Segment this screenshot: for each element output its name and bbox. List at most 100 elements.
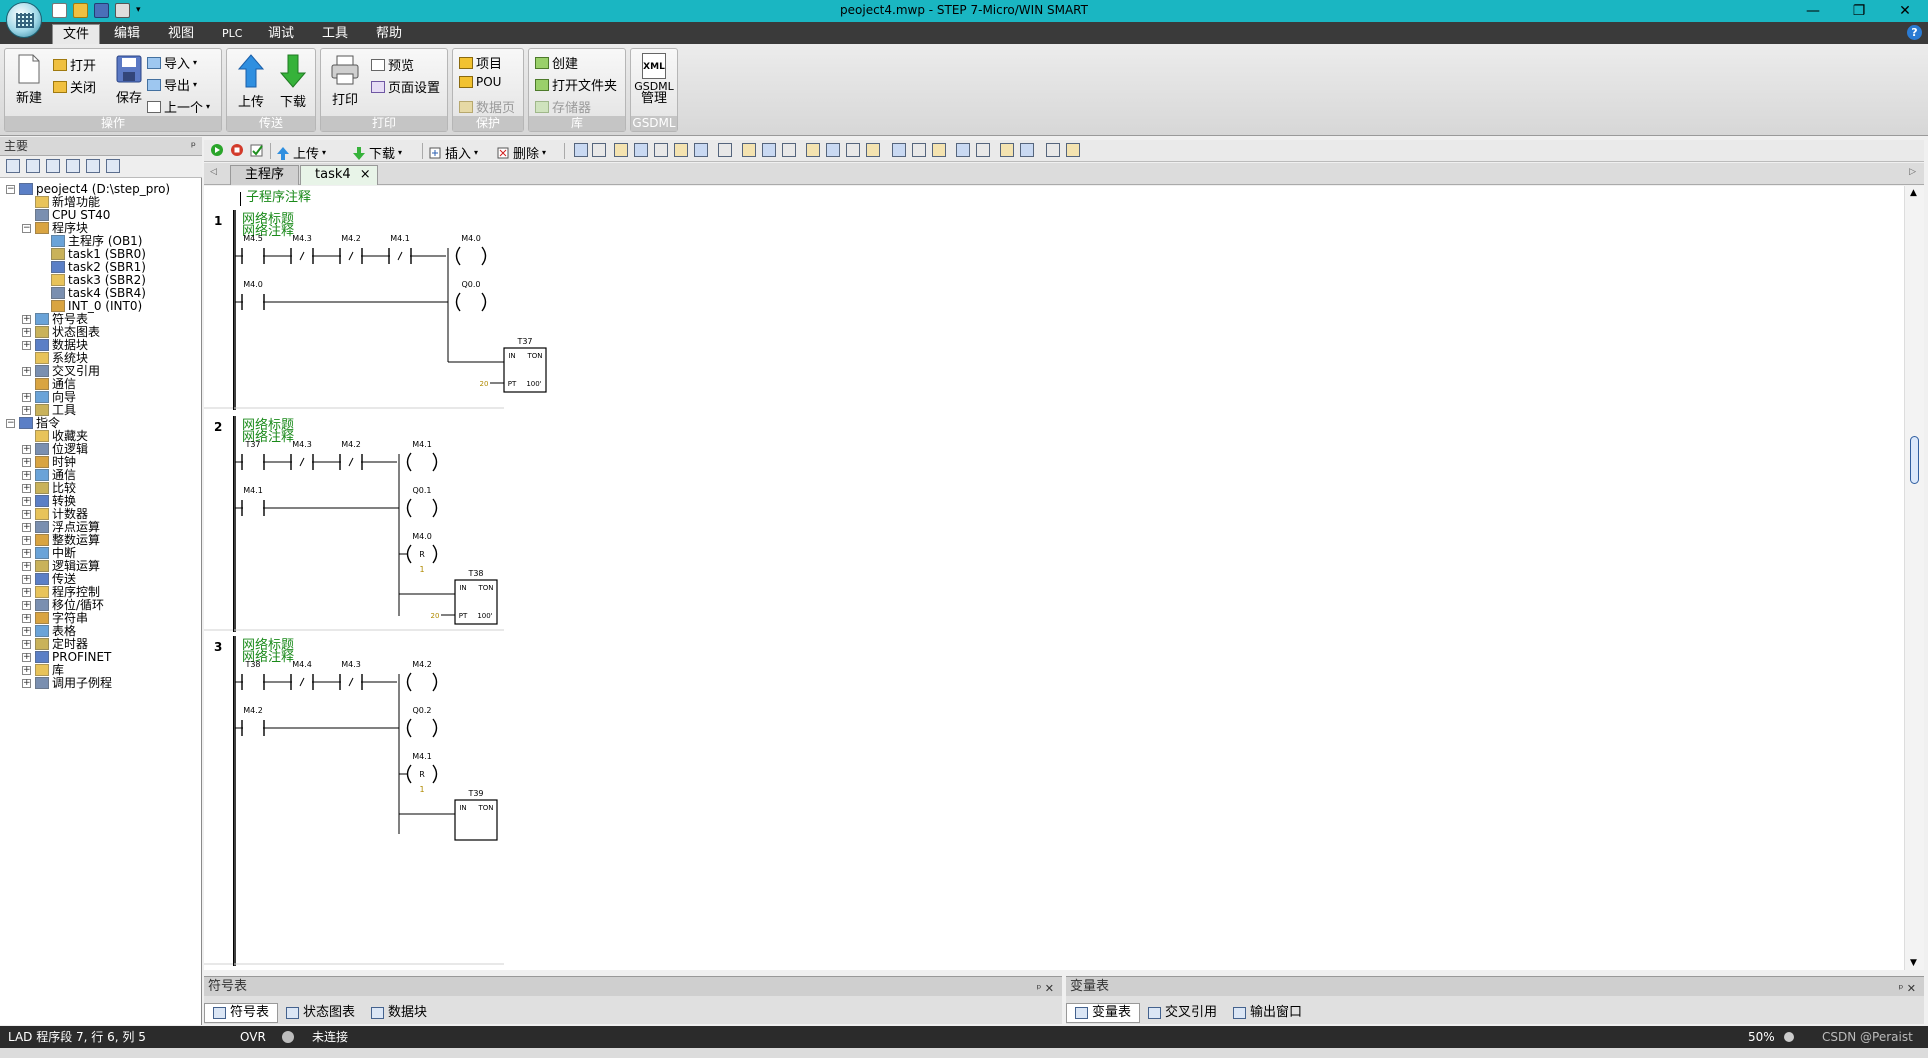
insert-button[interactable]: 插入 ▾ [428, 143, 478, 162]
expand-toggle-icon[interactable]: + [22, 587, 31, 597]
expand-toggle-icon[interactable]: + [22, 444, 31, 454]
expand-toggle-icon[interactable]: − [6, 184, 15, 194]
coil-icon[interactable] [912, 143, 926, 157]
save-button[interactable]: 保存 [109, 53, 149, 106]
stop-button[interactable] [230, 143, 244, 157]
expand-toggle-icon[interactable]: + [22, 535, 31, 545]
app-menu-button[interactable] [6, 2, 42, 38]
expand-toggle-icon[interactable]: − [6, 418, 15, 428]
expand-toggle-icon[interactable]: + [22, 340, 31, 350]
expand-toggle-icon[interactable]: + [22, 392, 31, 402]
open-folder-button[interactable]: 打开文件夹 [535, 75, 617, 94]
lock-icon[interactable] [1046, 143, 1060, 157]
line-right-icon[interactable] [866, 143, 880, 157]
tab-scroll-right-icon[interactable]: ▷ [1909, 167, 1916, 177]
pou-insert-icon[interactable] [956, 143, 970, 157]
expand-toggle-icon[interactable]: + [22, 561, 31, 571]
memory-button[interactable]: 存储器 [535, 97, 591, 116]
restore-button[interactable]: ❐ [1836, 0, 1882, 22]
tab-plc[interactable]: PLC [212, 24, 252, 44]
tab-file[interactable]: 文件 [52, 24, 101, 44]
network-insert-icon[interactable] [574, 143, 588, 157]
toolbar-upload-button[interactable]: 上传 ▾ [276, 143, 326, 162]
comment-icon[interactable] [614, 143, 628, 157]
subroutine-comment[interactable]: 子程序注释 [240, 191, 311, 206]
expand-toggle-icon[interactable]: + [22, 509, 31, 519]
page-setup-button[interactable]: 页面设置 [371, 77, 440, 96]
tree-monitor-icon[interactable] [106, 159, 120, 173]
expand-toggle-icon[interactable]: + [22, 483, 31, 493]
delete-button[interactable]: 删除 ▾ [496, 143, 546, 162]
tab-close-icon[interactable]: × [360, 166, 371, 184]
expand-toggle-icon[interactable]: + [22, 574, 31, 584]
expand-toggle-icon[interactable]: + [22, 405, 31, 415]
expand-toggle-icon[interactable]: + [22, 470, 31, 480]
address-icon[interactable] [654, 143, 668, 157]
ladder-editor[interactable]: 子程序注释 1 网络标题 网络注释 M4.5 M4.3 M4.2 M4.1 M4.0 M4.0 Q… [204, 186, 1904, 970]
upload-button[interactable]: 上传 [231, 53, 271, 110]
symbol-icon[interactable] [634, 143, 648, 157]
zoom-level[interactable]: 50% [1748, 1026, 1775, 1048]
expand-toggle-icon[interactable]: + [22, 626, 31, 636]
tab-help[interactable]: 帮助 [366, 24, 412, 44]
tree-page-icon[interactable] [46, 159, 60, 173]
tab-tools[interactable]: 工具 [312, 24, 358, 44]
line-left-icon[interactable] [846, 143, 860, 157]
new-button[interactable]: 新建 [9, 53, 49, 106]
tab-view[interactable]: 视图 [158, 24, 204, 44]
expand-toggle-icon[interactable]: + [22, 678, 31, 688]
next-bookmark-icon[interactable] [694, 143, 708, 157]
help-icon[interactable]: ? [1907, 25, 1922, 40]
ladder-network[interactable]: 2 网络标题 网络注释 T37 M4.3 M4.2 M4.1 M4.1 Q0.1 R M4.0 1 T3… [204, 416, 1904, 632]
clipboard-icon[interactable] [742, 143, 756, 157]
download-button[interactable]: 下载 [273, 53, 313, 110]
scroll-up-icon[interactable]: ▲ [1910, 188, 1917, 198]
watch-icon[interactable] [976, 143, 990, 157]
tree-item[interactable]: + 调用子例程 [22, 675, 112, 691]
paste-icon[interactable] [782, 143, 796, 157]
export-button[interactable]: 导出 ▾ [147, 75, 197, 94]
editor-vertical-scrollbar[interactable]: ▲ ▼ [1904, 186, 1924, 970]
close-project-button[interactable]: 关闭 [53, 77, 96, 96]
tree-view-icon[interactable] [6, 159, 20, 173]
expand-toggle-icon[interactable]: + [22, 366, 31, 376]
scroll-down-icon[interactable]: ▼ [1910, 958, 1917, 968]
panel-controls[interactable]: ᵖ ✕ [1037, 979, 1054, 998]
gsdml-manage-button[interactable]: XML GSDML 管理 [634, 53, 674, 105]
box-icon[interactable] [932, 143, 946, 157]
tab-status-chart[interactable]: 状态图表 [278, 1003, 363, 1023]
go-icon[interactable] [718, 143, 732, 157]
tab-output-window[interactable]: 输出窗口 [1225, 1003, 1310, 1023]
tab-cross-reference[interactable]: 交叉引用 [1140, 1003, 1225, 1023]
copy-icon[interactable] [762, 143, 776, 157]
properties-icon[interactable] [1066, 143, 1080, 157]
expand-toggle-icon[interactable]: + [22, 327, 31, 337]
protect-pou-button[interactable]: POU [459, 75, 501, 89]
tab-main-program[interactable]: 主程序 [230, 165, 300, 185]
tree-table-icon[interactable] [86, 159, 100, 173]
tab-task4[interactable]: task4 × [300, 165, 378, 185]
close-button[interactable]: ✕ [1882, 0, 1928, 22]
open-button[interactable]: 打开 [53, 55, 96, 74]
expand-toggle-icon[interactable]: + [22, 457, 31, 467]
previous-button[interactable]: 上一个 ▾ [147, 97, 210, 116]
compile-button[interactable] [250, 143, 264, 157]
toolbar-download-button[interactable]: 下载 ▾ [352, 143, 402, 162]
tab-debug[interactable]: 调试 [258, 24, 304, 44]
scroll-thumb[interactable] [1910, 436, 1919, 484]
network-delete-icon[interactable] [592, 143, 606, 157]
tab-scroll-left-icon[interactable]: ◁ [210, 167, 217, 177]
expand-toggle-icon[interactable]: + [22, 665, 31, 675]
bookmark-icon[interactable] [674, 143, 688, 157]
edit-icon[interactable] [1000, 143, 1014, 157]
protect-data-page-button[interactable]: 数据页 [459, 97, 515, 116]
protect-project-button[interactable]: 项目 [459, 53, 502, 72]
print-button[interactable]: 打印 [325, 53, 365, 108]
expand-toggle-icon[interactable]: + [22, 522, 31, 532]
expand-toggle-icon[interactable]: + [22, 639, 31, 649]
panel-controls[interactable]: ᵖ ✕ [1899, 979, 1916, 998]
symbolic-icon[interactable] [1020, 143, 1034, 157]
tab-edit[interactable]: 编辑 [104, 24, 150, 44]
tree-grid-icon[interactable] [26, 159, 40, 173]
branch-down-icon[interactable] [806, 143, 820, 157]
